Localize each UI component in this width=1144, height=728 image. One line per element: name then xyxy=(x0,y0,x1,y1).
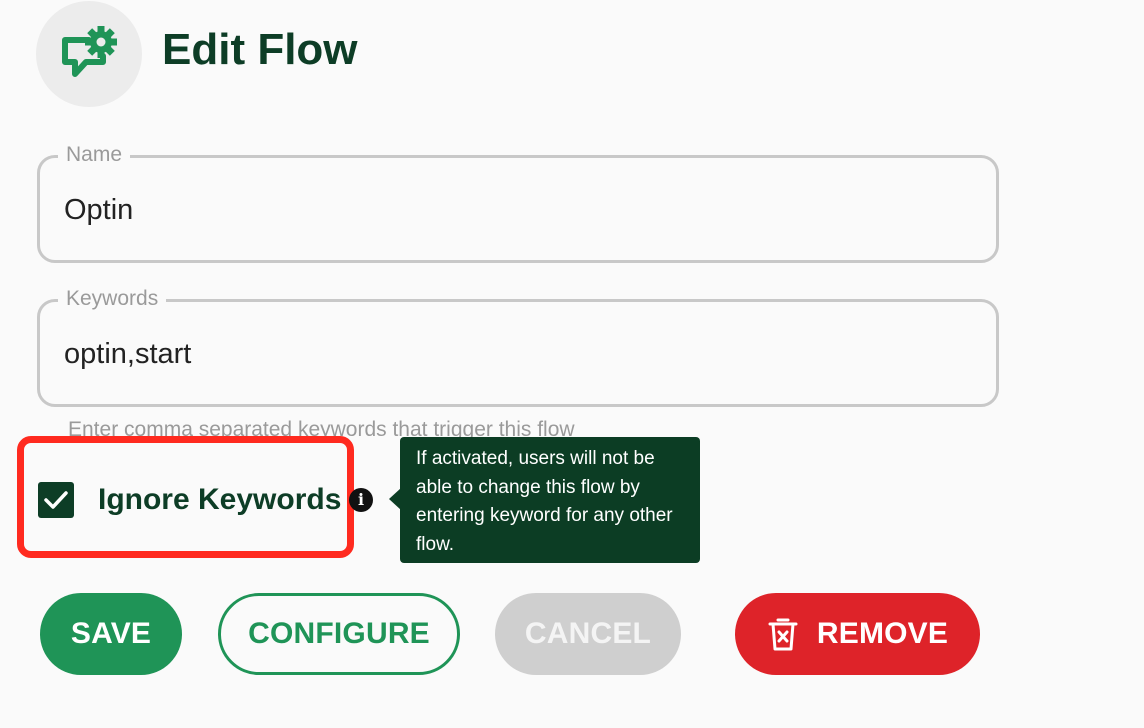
save-button[interactable]: SAVE xyxy=(40,593,182,675)
keywords-field-label: Keywords xyxy=(58,284,167,314)
name-input[interactable] xyxy=(64,190,964,230)
trash-icon xyxy=(767,616,799,652)
header-icon-badge xyxy=(36,1,142,107)
keywords-input[interactable] xyxy=(64,334,964,374)
ignore-keywords-label[interactable]: Ignore Keywords xyxy=(98,480,341,520)
remove-button-label: REMOVE xyxy=(816,617,949,650)
keywords-helper-text: Enter comma separated keywords that trig… xyxy=(68,418,575,438)
info-icon[interactable]: i xyxy=(349,488,373,512)
save-button-label: SAVE xyxy=(70,617,152,650)
name-field[interactable]: Name xyxy=(37,140,999,263)
checkmark-icon xyxy=(44,491,68,509)
configure-button-label: CONFIGURE xyxy=(248,617,430,650)
ignore-keywords-tooltip: If activated, users will not be able to … xyxy=(400,437,700,563)
ignore-keywords-checkbox[interactable] xyxy=(38,482,74,518)
keywords-field[interactable]: Keywords xyxy=(37,284,999,407)
configure-button[interactable]: CONFIGURE xyxy=(218,593,460,675)
flow-settings-icon xyxy=(62,26,117,77)
remove-button[interactable]: REMOVE xyxy=(735,593,980,675)
cancel-button-label: CANCEL xyxy=(524,617,652,650)
name-field-label: Name xyxy=(58,140,131,170)
page-title: Edit Flow xyxy=(162,25,358,74)
cancel-button[interactable]: CANCEL xyxy=(495,593,681,675)
edit-flow-page: Edit Flow Name Keywords Enter comma sepa… xyxy=(0,0,1144,728)
